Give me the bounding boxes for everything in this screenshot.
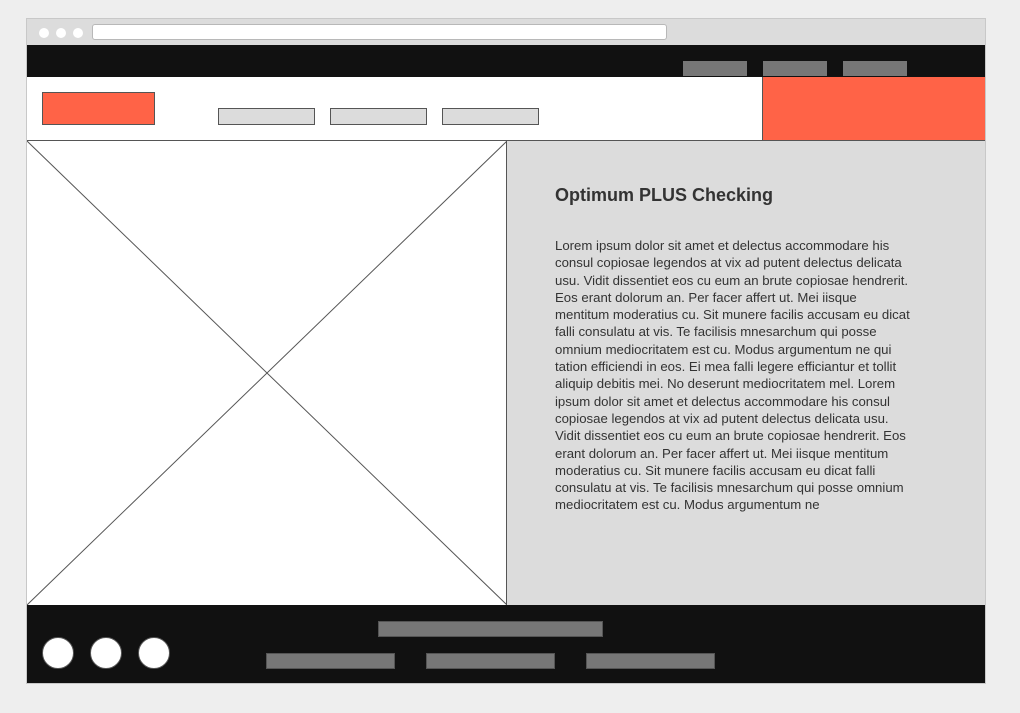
nav-item-1[interactable] <box>218 108 315 125</box>
footer-link-2[interactable] <box>426 653 555 669</box>
utility-link-3[interactable] <box>843 61 907 76</box>
nav-item-3[interactable] <box>442 108 539 125</box>
site-header <box>27 77 985 141</box>
logo-placeholder[interactable] <box>42 92 155 125</box>
footer-link-1[interactable] <box>266 653 395 669</box>
nav-item-2[interactable] <box>330 108 427 125</box>
footer-link-3[interactable] <box>586 653 715 669</box>
utility-link-2[interactable] <box>763 61 827 76</box>
page-title: Optimum PLUS Checking <box>555 185 774 205</box>
address-bar[interactable] <box>92 24 667 40</box>
utility-bar <box>27 45 985 77</box>
site-footer <box>27 605 985 683</box>
utility-link-1[interactable] <box>683 61 747 76</box>
social-icon[interactable] <box>90 637 122 669</box>
browser-window: Optimum PLUS Checking Lorem ipsum dolor … <box>26 18 986 684</box>
window-close-dot[interactable] <box>39 28 49 38</box>
window-maximize-dot[interactable] <box>73 28 83 38</box>
window-minimize-dot[interactable] <box>56 28 66 38</box>
body-text: Lorem ipsum dolor sit amet et delectus a… <box>555 238 910 513</box>
browser-chrome <box>27 19 985 45</box>
social-icon[interactable] <box>138 637 170 669</box>
footer-link-primary[interactable] <box>378 621 603 637</box>
social-icon[interactable] <box>42 637 74 669</box>
image-placeholder-icon <box>27 141 507 605</box>
hero-image-placeholder <box>27 141 507 605</box>
content-panel: Optimum PLUS Checking Lorem ipsum dolor … <box>507 141 985 605</box>
header-cta-block[interactable] <box>762 77 985 140</box>
